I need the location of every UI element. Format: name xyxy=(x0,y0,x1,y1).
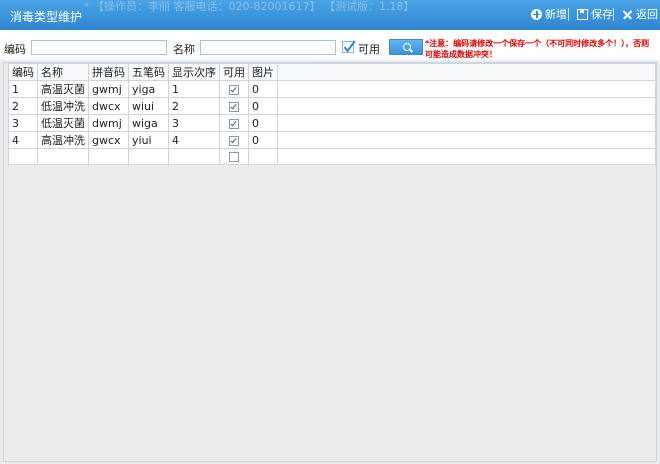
search-bar: 编码 名称 可用 *注意：编码请修改一个保存一个（不可同时修改多个！），否则可能… xyxy=(0,30,660,60)
cell-picture[interactable] xyxy=(248,148,278,165)
back-button-label: 返回 xyxy=(636,8,658,21)
cell-code[interactable]: 2 xyxy=(8,97,38,115)
cell-pinyin[interactable]: gwmj xyxy=(88,80,129,98)
enabled-checkbox[interactable] xyxy=(342,40,356,54)
plus-icon xyxy=(531,8,542,20)
cell-order[interactable]: 1 xyxy=(168,80,220,98)
new-button[interactable]: 新增 xyxy=(531,7,567,21)
name-input[interactable] xyxy=(200,40,336,55)
cell-picture[interactable]: 0 xyxy=(248,131,278,149)
toolbar-separator xyxy=(568,8,569,21)
search-button[interactable] xyxy=(389,39,423,55)
cell-name[interactable]: 高温冲洗 xyxy=(37,131,89,149)
cell-enabled xyxy=(219,80,249,98)
save-button-label: 保存 xyxy=(591,8,613,21)
cell-enabled xyxy=(219,148,249,165)
cell-order[interactable]: 4 xyxy=(168,131,220,149)
column-header-pinyin[interactable]: 拼音码 xyxy=(88,63,129,81)
cell-picture[interactable]: 0 xyxy=(248,114,278,132)
cell-filler xyxy=(277,80,656,98)
cell-pinyin[interactable]: gwcx xyxy=(88,131,129,149)
cell-order[interactable]: 2 xyxy=(168,97,220,115)
close-icon xyxy=(622,9,633,20)
cell-code[interactable]: 4 xyxy=(8,131,38,149)
table-row[interactable]: 2 低温冲洗 dwcx wiui 2 0 xyxy=(8,97,656,115)
cell-picture[interactable]: 0 xyxy=(248,80,278,98)
enabled-label: 可用 xyxy=(358,43,380,56)
save-icon xyxy=(577,8,588,20)
column-header-code[interactable]: 编码 xyxy=(8,63,38,81)
code-label: 编码 xyxy=(4,43,26,56)
enabled-row-checkbox[interactable] xyxy=(229,101,239,112)
cell-filler xyxy=(277,114,656,132)
toolbar-separator xyxy=(613,8,614,21)
search-icon xyxy=(403,43,411,51)
cell-code[interactable]: 1 xyxy=(8,80,38,98)
cell-code[interactable] xyxy=(8,148,38,165)
data-grid: 编码 名称 拼音码 五笔码 显示次序 可用 图片 1 高温灭菌 gwmj yiga 1 0… xyxy=(3,62,657,462)
cell-wubi[interactable] xyxy=(128,148,169,165)
cell-filler xyxy=(277,148,656,165)
cell-name[interactable]: 低温冲洗 xyxy=(37,97,89,115)
table-row[interactable]: 1 高温灭菌 gwmj yiga 1 0 xyxy=(8,80,656,98)
operator-info: * 【操作员：李丽 客服电话：020-82001617】 【测试版：1.18】 xyxy=(84,0,415,13)
column-header-enabled[interactable]: 可用 xyxy=(219,63,249,81)
enabled-row-checkbox[interactable] xyxy=(229,152,239,162)
cell-wubi[interactable]: wiui xyxy=(128,97,169,115)
cell-filler xyxy=(277,97,656,115)
cell-picture[interactable]: 0 xyxy=(248,97,278,115)
table-row[interactable]: 4 高温冲洗 gwcx yiui 4 0 xyxy=(8,131,656,149)
cell-enabled xyxy=(219,97,249,115)
cell-pinyin[interactable]: dwmj xyxy=(88,114,129,132)
cell-enabled xyxy=(219,131,249,149)
column-header-name[interactable]: 名称 xyxy=(37,63,89,81)
cell-wubi[interactable]: yiga xyxy=(128,80,169,98)
cell-name[interactable] xyxy=(37,148,89,165)
window-title: 消毒类型维护 xyxy=(10,10,83,24)
title-bar: 消毒类型维护 * 【操作员：李丽 客服电话：020-82001617】 【测试版… xyxy=(0,0,660,30)
back-button[interactable]: 返回 xyxy=(622,7,658,21)
column-header-picture[interactable]: 图片 xyxy=(248,63,278,81)
save-button[interactable]: 保存 xyxy=(577,7,613,21)
enabled-row-checkbox[interactable] xyxy=(229,135,239,146)
name-label: 名称 xyxy=(173,43,195,56)
cell-wubi[interactable]: yiui xyxy=(128,131,169,149)
cell-filler xyxy=(277,131,656,149)
column-header-filler xyxy=(277,63,656,81)
cell-order[interactable] xyxy=(168,148,220,165)
enabled-row-checkbox[interactable] xyxy=(229,118,239,129)
cell-name[interactable]: 低温灭菌 xyxy=(37,114,89,132)
warning-note: *注意：编码请修改一个保存一个（不可同时修改多个！），否则可能造成数据冲突！ xyxy=(425,39,650,59)
column-header-wubi[interactable]: 五笔码 xyxy=(128,63,169,81)
enabled-row-checkbox[interactable] xyxy=(229,84,239,95)
cell-pinyin[interactable] xyxy=(88,148,129,165)
cell-pinyin[interactable]: dwcx xyxy=(88,97,129,115)
table-row[interactable] xyxy=(8,148,656,165)
new-button-label: 新增 xyxy=(545,8,567,21)
cell-order[interactable]: 3 xyxy=(168,114,220,132)
cell-name[interactable]: 高温灭菌 xyxy=(37,80,89,98)
table-header-row: 编码 名称 拼音码 五笔码 显示次序 可用 图片 xyxy=(8,63,656,81)
table-row[interactable]: 3 低温灭菌 dwmj wiga 3 0 xyxy=(8,114,656,132)
code-input[interactable] xyxy=(31,40,167,55)
cell-code[interactable]: 3 xyxy=(8,114,38,132)
cell-wubi[interactable]: wiga xyxy=(128,114,169,132)
column-header-order[interactable]: 显示次序 xyxy=(168,63,220,81)
type-table: 编码 名称 拼音码 五笔码 显示次序 可用 图片 1 高温灭菌 gwmj yiga 1 0… xyxy=(8,63,656,165)
cell-enabled xyxy=(219,114,249,132)
